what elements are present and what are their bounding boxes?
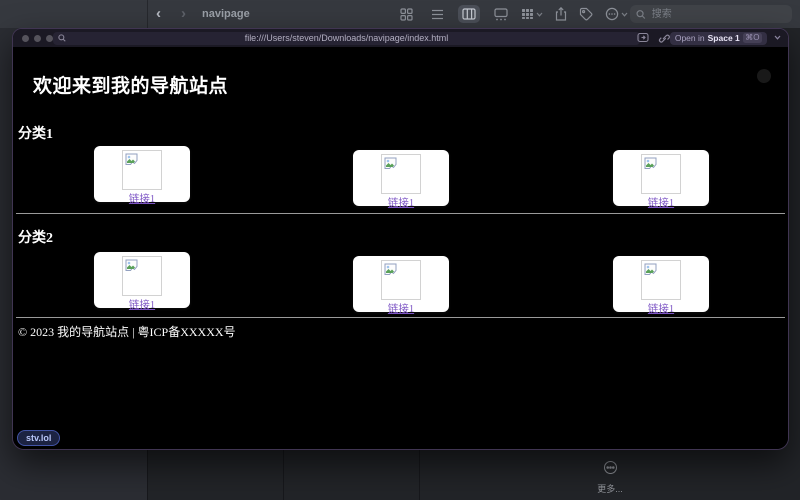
list-icon [432, 9, 443, 19]
finder-search[interactable] [630, 5, 792, 23]
chevron-down-icon[interactable] [774, 35, 781, 40]
broken-image [641, 154, 681, 194]
site-badge[interactable]: stv.lol [17, 430, 61, 446]
link-card: 链接1 [353, 256, 449, 315]
chevron-down-icon [536, 12, 543, 17]
broken-image-icon [384, 263, 397, 275]
chevron-right-icon: › [181, 5, 186, 22]
column-view-button[interactable] [458, 5, 480, 23]
browser-titlebar: file:///Users/steven/Downloads/navipage/… [13, 29, 788, 47]
close-window-button[interactable] [22, 34, 29, 42]
card-link[interactable]: 链接1 [613, 195, 709, 210]
broken-image [122, 256, 162, 296]
section-divider [16, 213, 785, 214]
screen: 更多... ‹ › navipage 搜索 file:///Users/stev… [0, 0, 800, 500]
link-card: 链接1 [613, 256, 709, 315]
toolbar-actions [521, 0, 628, 28]
grid-icon [400, 7, 413, 21]
card-link[interactable]: 链接1 [613, 301, 709, 316]
url-bar-actions [637, 32, 670, 44]
link-card: 链接1 [613, 150, 709, 209]
icon-view-button[interactable] [396, 5, 417, 24]
traffic-lights [22, 34, 53, 42]
card-row: 链接1 链接1 链接1 [13, 252, 788, 315]
card-row: 链接1 链接1 链接1 [13, 146, 788, 209]
ellipsis-circle-icon [605, 7, 619, 21]
broken-image-icon [125, 153, 138, 165]
tag-button[interactable] [579, 7, 593, 21]
url-bar[interactable]: file:///Users/steven/Downloads/navipage/… [53, 31, 640, 45]
page-title: 欢迎来到我的导航站点 [33, 76, 229, 97]
gallery-icon [494, 7, 508, 20]
card-link[interactable]: 链接1 [353, 195, 449, 210]
theme-toggle-button[interactable] [757, 69, 771, 83]
share-icon [555, 7, 567, 21]
open-in-label: Open in [674, 33, 705, 43]
picture-in-picture-icon[interactable] [637, 32, 649, 43]
gallery-view-button[interactable] [490, 5, 512, 24]
tag-icon [579, 7, 593, 21]
card-link[interactable]: 链接1 [353, 301, 449, 316]
link-card: 链接1 [353, 150, 449, 209]
forward-button[interactable]: › [181, 0, 186, 28]
space-name: Space 1 [707, 33, 740, 43]
section-heading-1: 分类1 [18, 127, 53, 142]
finder-preview-more[interactable]: 更多... [574, 460, 646, 495]
footer-divider [16, 317, 785, 318]
group-by-button[interactable] [521, 8, 543, 20]
chevron-left-icon: ‹ [156, 5, 161, 22]
shortcut-badge: ⌘O [742, 33, 762, 43]
section-heading-2: 分类2 [18, 231, 53, 246]
page-footer: © 2023 我的导航站点 | 粤ICP备XXXXX号 [18, 325, 236, 339]
open-in-space-button[interactable]: Open in Space 1 ⌘O [669, 31, 767, 45]
broken-image-icon [125, 259, 138, 271]
broken-image [122, 150, 162, 190]
broken-image-icon [644, 157, 657, 169]
list-view-button[interactable] [427, 5, 448, 24]
broken-image [381, 154, 421, 194]
view-mode-group [396, 0, 512, 28]
broken-image-icon [384, 157, 397, 169]
link-card: 链接1 [94, 146, 190, 205]
browser-window: file:///Users/steven/Downloads/navipage/… [12, 28, 789, 450]
broken-image [381, 260, 421, 300]
finder-window-title: navipage [202, 8, 250, 20]
more-label: 更多... [597, 484, 623, 494]
minimize-window-button[interactable] [34, 34, 41, 42]
card-link[interactable]: 链接1 [94, 297, 190, 312]
chevron-down-icon [621, 12, 628, 17]
search-input[interactable] [649, 7, 786, 21]
link-card: 链接1 [94, 252, 190, 311]
more-actions-button[interactable] [605, 7, 628, 21]
share-button[interactable] [555, 7, 567, 21]
search-icon [58, 34, 66, 42]
ellipsis-circle-icon [603, 460, 618, 480]
columns-icon [462, 8, 476, 20]
broken-image [641, 260, 681, 300]
webpage: 欢迎来到我的导航站点 分类1 链接1 链接1 链接1 分类2 链接1 链接1 链… [13, 47, 788, 449]
finder-toolbar: ‹ › navipage [0, 0, 800, 28]
url-text: file:///Users/steven/Downloads/navipage/… [244, 33, 449, 43]
zoom-window-button[interactable] [46, 34, 53, 42]
broken-image-icon [644, 263, 657, 275]
copy-link-icon[interactable] [658, 32, 670, 44]
group-grid-icon [522, 9, 533, 19]
back-button[interactable]: ‹ [156, 0, 161, 28]
search-icon [636, 9, 646, 19]
toolbar-divider [147, 0, 148, 28]
card-link[interactable]: 链接1 [94, 191, 190, 206]
